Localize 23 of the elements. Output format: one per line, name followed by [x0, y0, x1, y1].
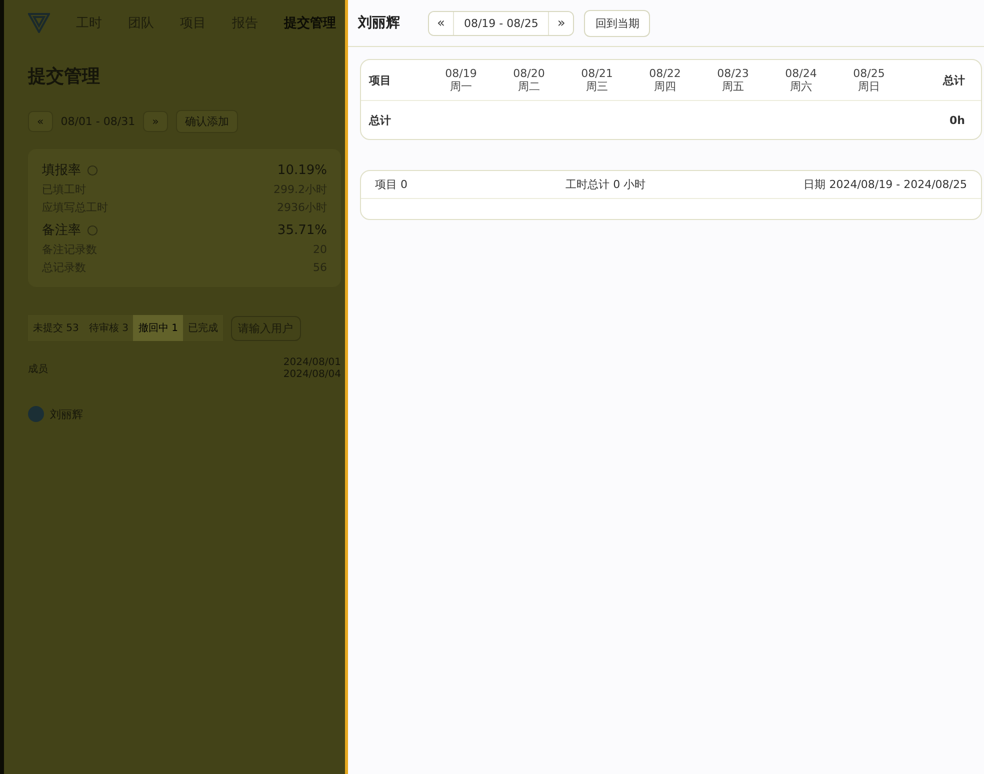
logo-icon: [28, 13, 50, 33]
drawer-title: 刘丽辉: [358, 14, 400, 32]
date-range: 日期 2024/08/19 - 2024/08/25: [804, 177, 967, 192]
current-period-button[interactable]: 回到当期: [584, 10, 650, 36]
table-cell-text: 总计: [369, 112, 392, 128]
status-tab[interactable]: 撤回中 1: [133, 315, 183, 341]
previous-button[interactable]: «: [28, 111, 53, 132]
column-header: 08/22 周四: [648, 66, 682, 94]
avatar-icon: [28, 406, 44, 422]
column-header: 08/23 周五: [716, 66, 750, 94]
column-header: 08/20 周二: [512, 66, 546, 94]
info-icon[interactable]: [87, 224, 98, 236]
hours-total: 工时总计 0 小时: [566, 177, 646, 192]
column-header: 项目: [369, 72, 392, 88]
column-header: 08/24 周六: [784, 66, 818, 94]
info-icon[interactable]: [87, 164, 98, 176]
table-cell-text: 0h: [948, 114, 966, 126]
next-button[interactable]: »: [143, 111, 168, 132]
project-count: 项目 0: [375, 177, 408, 192]
column-header: 08/21 周三: [580, 66, 614, 94]
column-header: 08/25 周日: [852, 66, 886, 94]
column-header: 08/19 周一: [444, 66, 478, 94]
column-header: 总计: [942, 72, 966, 88]
